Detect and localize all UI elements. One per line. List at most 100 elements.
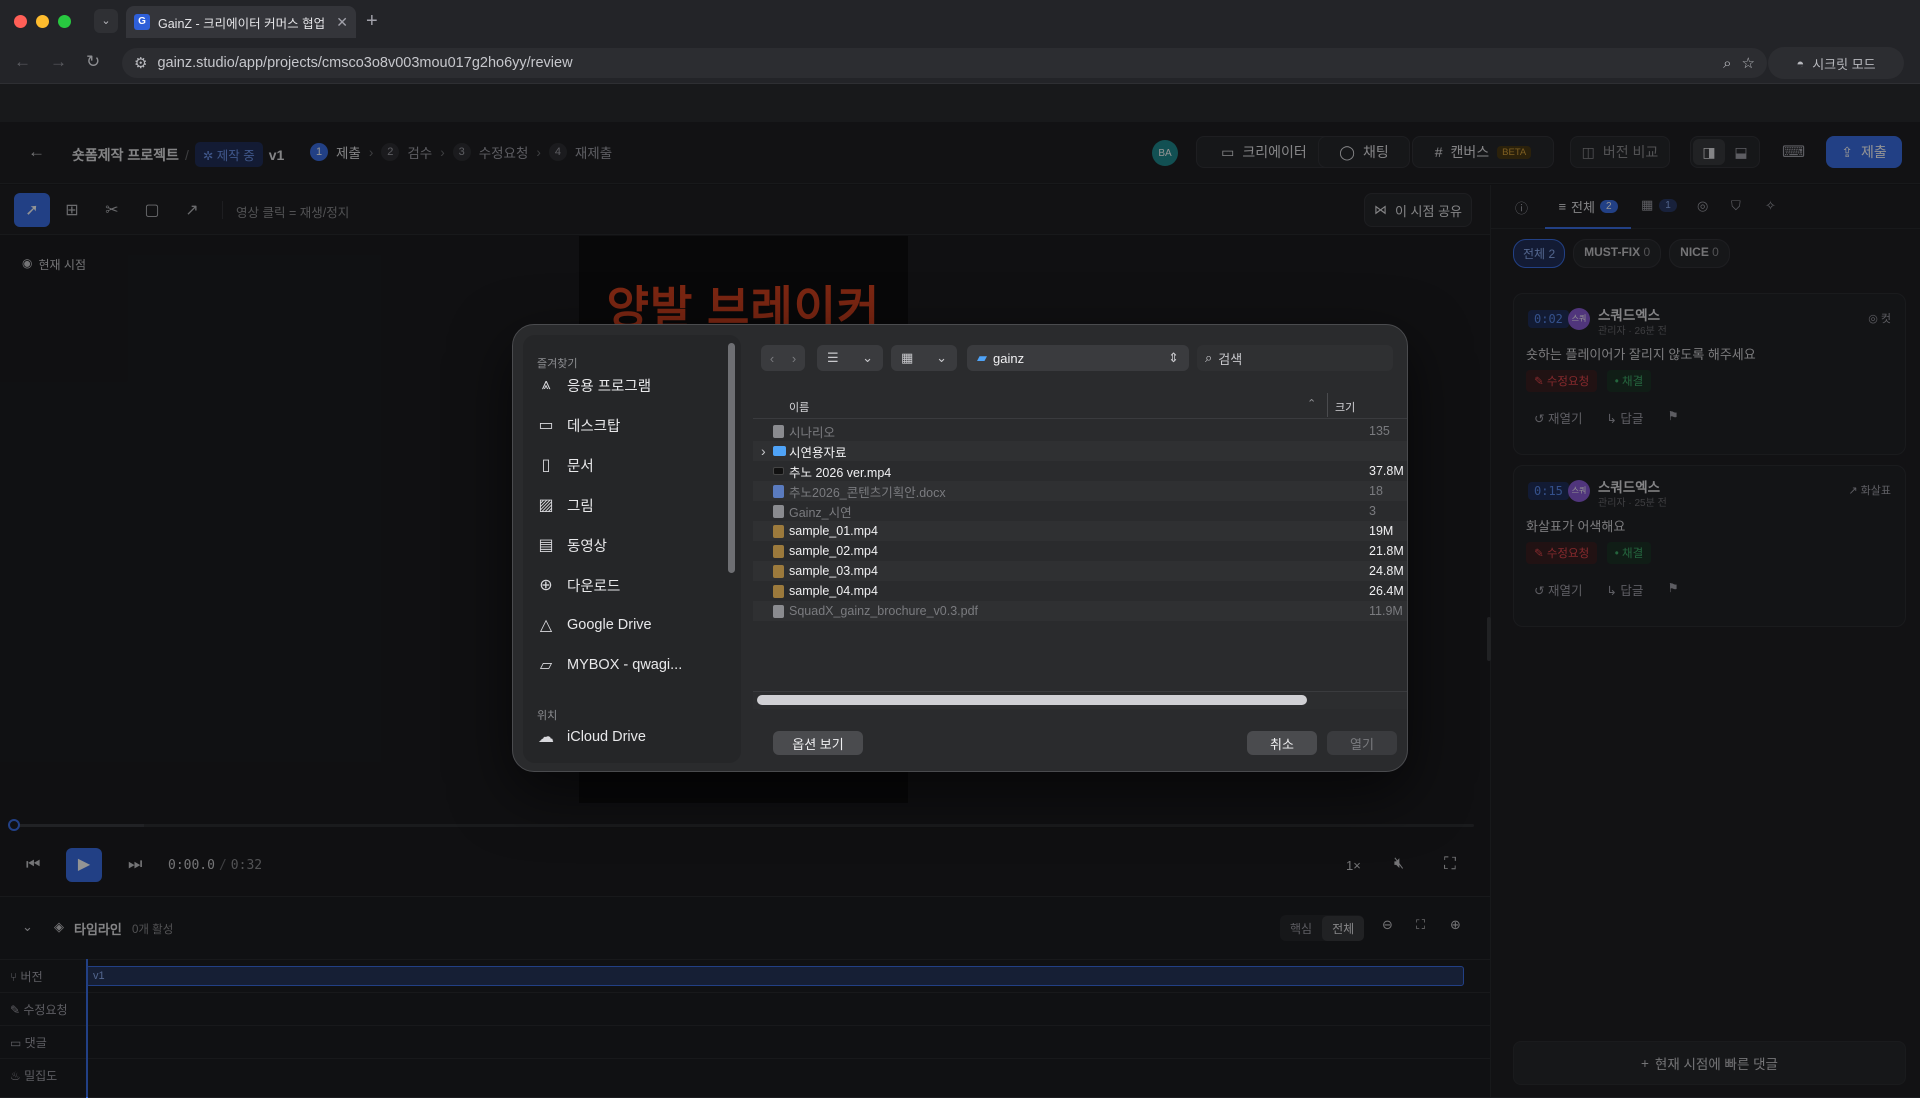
navigation-row: ← → ↻ ⚙ gainz.studio/app/projects/cmsco3… — [0, 42, 1920, 84]
search-placeholder: 검색 — [1218, 351, 1243, 367]
sidebar-scrollbar[interactable] — [728, 343, 735, 573]
video-file-icon — [773, 524, 784, 538]
page-gap — [0, 84, 1920, 122]
sidebar-item-label: 문서 — [567, 458, 594, 475]
chevron-down-icon: ⌄ — [936, 350, 947, 365]
file-row[interactable]: sample_04.mp4 26.4M — [753, 581, 1407, 601]
file-name: 추노2026_콘텐츠기획안.docx — [789, 485, 946, 500]
address-bar[interactable]: ⚙ gainz.studio/app/projects/cmsco3o8v003… — [122, 48, 1767, 78]
sidebar-item-google-drive[interactable]: △ Google Drive — [535, 608, 721, 642]
dialog-back-icon[interactable]: ‹ — [770, 351, 774, 366]
sidebar-item-applications[interactable]: ⩓ 응용 프로그램 — [535, 368, 721, 402]
video-file-icon — [773, 564, 784, 578]
tab-bar: ⌄ G GainZ - 크리에이터 커머스 협업 ( ✕ + — [0, 0, 1920, 42]
list-view-button[interactable]: ☰ ⌄ — [817, 345, 883, 371]
browser-tab[interactable]: G GainZ - 크리에이터 커머스 협업 ( ✕ — [126, 6, 356, 38]
back-button[interactable]: ← — [14, 52, 31, 72]
sidebar-item-label: 데스크탑 — [567, 418, 621, 435]
file-row[interactable]: 시나리오 135 — [753, 421, 1407, 441]
dialog-main: ‹ › ☰ ⌄ ▦ ⌄ ▰ gainz ⇕ ⌕ 검색 이름 ⌃ 크기 시나리오 135… — [753, 325, 1407, 771]
file-size: 11.9M — [1369, 604, 1403, 618]
incognito-icon: ◓ — [1796, 55, 1805, 71]
video-file-icon — [773, 467, 784, 475]
column-size-header[interactable]: 크기 — [1335, 399, 1355, 415]
desktop-icon: ▭ — [538, 417, 554, 434]
grid-view-button[interactable]: ▦ ⌄ — [891, 345, 957, 371]
minimize-window-button[interactable] — [36, 15, 49, 28]
folder-icon — [773, 446, 786, 456]
file-row[interactable]: sample_02.mp4 21.8M — [753, 541, 1407, 561]
file-name: 추노 2026 ver.mp4 — [789, 465, 892, 480]
file-row[interactable]: Gainz_시연 3 — [753, 501, 1407, 521]
cancel-button[interactable]: 취소 — [1247, 731, 1317, 755]
browser-chrome: ⌄ G GainZ - 크리에이터 커머스 협업 ( ✕ + ← → ↻ ⚙ g… — [0, 0, 1920, 84]
file-row[interactable]: 추노 2026 ver.mp4 37.8M — [753, 461, 1407, 481]
sidebar-item-movies[interactable]: ▤ 동영상 — [535, 528, 721, 562]
folder-icon: ▰ — [977, 350, 987, 365]
document-icon: ▯ — [541, 457, 551, 474]
open-button[interactable]: 열기 — [1327, 731, 1397, 755]
reload-button[interactable]: ↻ — [86, 52, 100, 72]
file-size: 26.4M — [1369, 584, 1404, 598]
icloud-icon: ☁ — [538, 729, 554, 746]
file-list: 시나리오 135 › 시연용자료 추노 2026 ver.mp4 37.8M 추노2026_… — [753, 421, 1407, 681]
close-window-button[interactable] — [14, 15, 27, 28]
file-name: 시연용자료 — [789, 445, 847, 460]
file-name: 시나리오 — [789, 425, 836, 440]
file-row[interactable]: SquadX_gainz_brochure_v0.3.pdf 11.9M — [753, 601, 1407, 621]
folder-row[interactable]: › 시연용자료 — [753, 441, 1407, 461]
incognito-button[interactable]: ◓ 시크릿 모드 — [1768, 47, 1904, 79]
file-name: sample_02.mp4 — [789, 544, 878, 558]
favicon-icon: G — [134, 14, 150, 30]
sidebar-item-icloud[interactable]: ☁ iCloud Drive — [535, 720, 721, 754]
file-row[interactable]: sample_01.mp4 19M — [753, 521, 1407, 541]
file-row[interactable]: 추노2026_콘텐츠기획안.docx 18 — [753, 481, 1407, 501]
tab-close-icon[interactable]: ✕ — [336, 14, 348, 31]
file-size: 18 — [1369, 484, 1383, 498]
site-info-icon[interactable]: ⚙ — [134, 54, 147, 72]
file-size: 21.8M — [1369, 544, 1404, 558]
sidebar-item-label: Google Drive — [567, 617, 652, 633]
sort-chevron-icon[interactable]: ⌃ — [1307, 397, 1316, 410]
column-divider — [1327, 393, 1328, 417]
dialog-search-field[interactable]: ⌕ 검색 — [1197, 345, 1393, 371]
file-name: sample_04.mp4 — [789, 584, 878, 598]
column-name-header[interactable]: 이름 — [789, 399, 809, 415]
tab-search-button[interactable]: ⌄ — [94, 9, 118, 33]
file-name: SquadX_gainz_brochure_v0.3.pdf — [789, 604, 979, 618]
sidebar-item-documents[interactable]: ▯ 문서 — [535, 448, 721, 482]
file-size: 135 — [1369, 424, 1390, 438]
folder-selector[interactable]: ▰ gainz ⇕ — [967, 345, 1189, 371]
bookmark-star-icon[interactable]: ☆ — [1742, 54, 1755, 72]
sidebar-item-pictures[interactable]: ▨ 그림 — [535, 488, 721, 522]
google-drive-icon: △ — [539, 617, 553, 634]
dialog-forward-icon[interactable]: › — [792, 351, 796, 366]
new-tab-button[interactable]: + — [366, 10, 378, 32]
horizontal-scrollbar[interactable] — [757, 695, 1307, 705]
folder-icon: ▱ — [539, 657, 553, 674]
file-name: Gainz_시연 — [789, 505, 852, 520]
options-button[interactable]: 옵션 보기 — [773, 731, 863, 755]
updown-chevron-icon: ⇕ — [1168, 350, 1179, 365]
sidebar-item-label: 그림 — [567, 498, 594, 515]
forward-button[interactable]: → — [50, 52, 67, 72]
zoom-icon[interactable]: ⌕ — [1723, 55, 1731, 72]
sidebar-item-downloads[interactable]: ⊕ 다운로드 — [535, 568, 721, 602]
tab-title: GainZ - 크리에이터 커머스 협업 ( — [158, 16, 329, 31]
url-text: gainz.studio/app/projects/cmsco3o8v003mo… — [157, 55, 573, 71]
zoom-window-button[interactable] — [58, 15, 71, 28]
video-file-icon — [773, 544, 784, 558]
sidebar-item-desktop[interactable]: ▭ 데스크탑 — [535, 408, 721, 442]
sidebar-item-mybox[interactable]: ▱ MYBOX - qwagi... — [535, 648, 721, 682]
pictures-icon: ▨ — [538, 497, 554, 514]
search-icon: ⌕ — [1205, 350, 1213, 365]
file-size: 3 — [1369, 504, 1376, 518]
movies-icon: ▤ — [538, 537, 554, 554]
file-size: 19M — [1369, 524, 1394, 538]
sidebar-item-label: 동영상 — [567, 538, 608, 555]
file-row[interactable]: sample_03.mp4 24.8M — [753, 561, 1407, 581]
sidebar-item-label: MYBOX - qwagi... — [567, 657, 683, 673]
file-open-dialog: 즐겨찾기 ⩓ 응용 프로그램 ▭ 데스크탑 ▯ 문서 ▨ 그림 ▤ 동영상 ⊕ 다운로드 △… — [512, 324, 1408, 772]
file-name: sample_01.mp4 — [789, 524, 878, 538]
disclosure-chevron-icon[interactable]: › — [761, 443, 766, 459]
